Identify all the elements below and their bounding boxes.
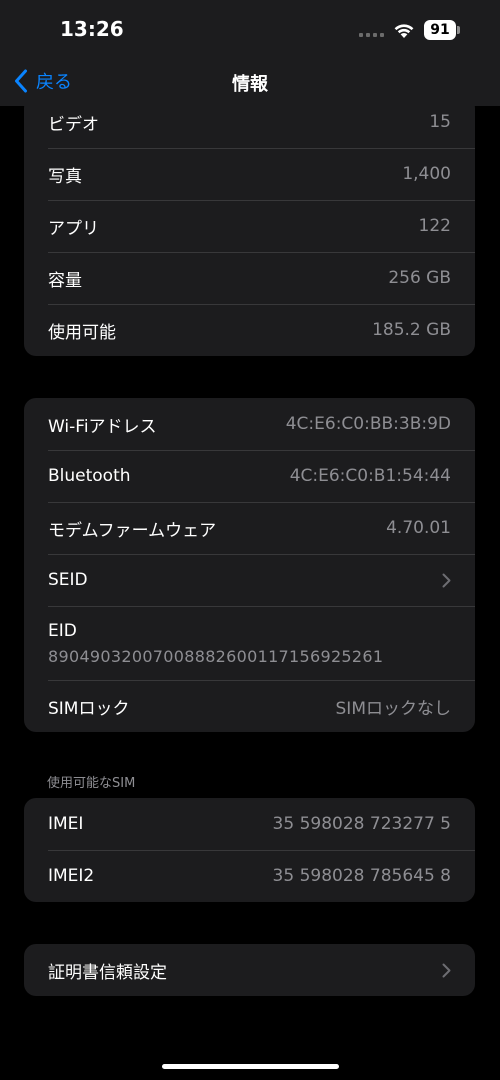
row-value: 185.2 GB — [372, 320, 451, 340]
row-label: EID — [48, 620, 77, 641]
sim-info-group: IMEI 35 598028 723277 5 IMEI2 35 598028 … — [24, 798, 475, 902]
row-value: 15 — [429, 112, 451, 132]
row-apps: アプリ 122 — [24, 200, 475, 252]
row-capacity: 容量 256 GB — [24, 252, 475, 304]
row-value: SIMロックなし — [335, 698, 451, 719]
row-sim-lock: SIMロック SIMロックなし — [24, 680, 475, 732]
back-button[interactable]: 戻る — [14, 68, 72, 94]
battery-icon: 91 — [424, 20, 456, 40]
wifi-icon — [394, 24, 414, 38]
row-photos: 写真 1,400 — [24, 148, 475, 200]
row-value: 35 598028 785645 8 — [272, 866, 451, 886]
battery-tip — [457, 26, 460, 34]
row-label: SEID — [48, 570, 88, 590]
section-header-sim: 使用可能なSIM — [47, 776, 136, 791]
status-time: 13:26 — [60, 17, 124, 41]
row-label: Bluetooth — [48, 466, 131, 486]
eid-value: 89049032007008882600117156925261 — [48, 646, 384, 666]
row-value: 122 — [418, 216, 451, 236]
network-info-group: Wi-Fiアドレス 4C:E6:C0:BB:3B:9D Bluetooth 4C… — [24, 398, 475, 732]
row-value: 4C:E6:C0:BB:3B:9D — [285, 414, 451, 434]
chevron-right-icon — [442, 963, 451, 977]
row-imei2: IMEI2 35 598028 785645 8 — [24, 850, 475, 902]
chevron-left-icon — [15, 69, 27, 93]
page-title: 情報 — [232, 74, 268, 95]
row-eid: EID 89049032007008882600117156925261 — [24, 606, 475, 680]
cellular-signal-icon — [359, 33, 384, 37]
home-indicator[interactable] — [162, 1064, 339, 1069]
row-bluetooth: Bluetooth 4C:E6:C0:B1:54:44 — [24, 450, 475, 502]
row-value: 35 598028 723277 5 — [272, 814, 451, 834]
certificate-group: 証明書信頼設定 — [24, 944, 475, 996]
navigation-bar-overlay: 情報 戻る — [0, 56, 500, 106]
row-label: 容量 — [48, 270, 82, 291]
row-value: 4C:E6:C0:B1:54:44 — [289, 466, 451, 486]
row-label: IMEI2 — [48, 866, 95, 886]
row-label: SIMロック — [48, 698, 130, 719]
status-bar: 13:26 91 — [0, 0, 500, 56]
row-label: 使用可能 — [48, 322, 116, 343]
row-value: 4.70.01 — [386, 518, 451, 538]
row-available: 使用可能 185.2 GB — [24, 304, 475, 356]
row-certificate-trust-settings[interactable]: 証明書信頼設定 — [24, 944, 475, 996]
row-label: 写真 — [48, 166, 82, 187]
chevron-right-icon — [442, 573, 451, 587]
row-label: ビデオ — [48, 114, 99, 135]
battery-level: 91 — [430, 22, 450, 38]
row-value: 1,400 — [402, 164, 451, 184]
row-label: モデムファームウェア — [48, 520, 217, 541]
row-label: アプリ — [48, 218, 99, 239]
row-wifi-address: Wi-Fiアドレス 4C:E6:C0:BB:3B:9D — [24, 398, 475, 450]
row-label: 証明書信頼設定 — [48, 962, 167, 983]
back-label: 戻る — [36, 72, 72, 93]
storage-info-group: ビデオ 15 写真 1,400 アプリ 122 容量 256 GB 使用可能 1… — [24, 96, 475, 356]
row-label: Wi-Fiアドレス — [48, 416, 157, 437]
row-value: 256 GB — [388, 268, 451, 288]
row-label: IMEI — [48, 814, 84, 834]
row-imei: IMEI 35 598028 723277 5 — [24, 798, 475, 850]
row-modem-firmware: モデムファームウェア 4.70.01 — [24, 502, 475, 554]
row-seid[interactable]: SEID — [24, 554, 475, 606]
